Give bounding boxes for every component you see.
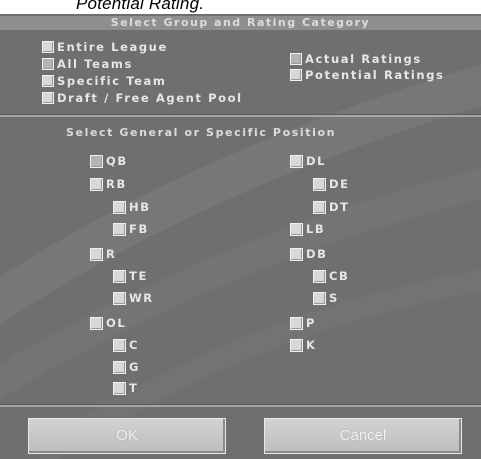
checkbox[interactable] xyxy=(90,154,103,168)
position-ol[interactable]: OL xyxy=(90,316,126,330)
position-p[interactable]: P xyxy=(290,316,316,330)
position-dt[interactable]: DT xyxy=(313,200,350,214)
position-t[interactable]: T xyxy=(113,381,138,395)
position-g[interactable]: G xyxy=(113,360,140,374)
rating-actual[interactable]: Actual Ratings xyxy=(290,52,422,66)
position-label: QB xyxy=(106,154,128,168)
checkbox[interactable] xyxy=(113,291,126,305)
position-label: DB xyxy=(306,247,328,261)
position-label: LB xyxy=(306,222,326,236)
position-db[interactable]: DB xyxy=(290,247,328,261)
position-label: T xyxy=(129,381,139,395)
rating-potential[interactable]: Potential Ratings xyxy=(290,68,444,82)
position-label: S xyxy=(329,291,339,305)
position-label: RB xyxy=(106,177,127,191)
cancel-button[interactable]: Cancel xyxy=(264,418,462,454)
group-all-teams[interactable]: All Teams xyxy=(42,57,133,71)
checkbox[interactable] xyxy=(113,360,126,374)
checkbox[interactable] xyxy=(113,338,126,352)
checkbox[interactable] xyxy=(290,316,303,330)
position-cb[interactable]: CB xyxy=(313,269,349,283)
position-qb[interactable]: QB xyxy=(90,154,128,168)
position-fb[interactable]: FB xyxy=(113,222,149,236)
position-label: OL xyxy=(106,316,127,330)
footer-divider xyxy=(0,404,481,407)
position-label: C xyxy=(129,338,140,352)
rating-label: Actual Ratings xyxy=(305,52,422,66)
position-dl[interactable]: DL xyxy=(290,154,326,168)
checkbox[interactable] xyxy=(313,200,326,214)
position-c[interactable]: C xyxy=(113,338,139,352)
group-label: Entire League xyxy=(57,40,168,54)
checkbox[interactable] xyxy=(313,291,326,305)
group-label: Specific Team xyxy=(57,74,167,88)
position-label: DL xyxy=(306,154,327,168)
position-label: TE xyxy=(129,269,148,283)
group-entire-league[interactable]: Entire League xyxy=(42,40,168,54)
checkbox[interactable] xyxy=(42,75,54,87)
position-te[interactable]: TE xyxy=(113,269,148,283)
checkbox[interactable] xyxy=(113,200,126,214)
checkbox[interactable] xyxy=(90,316,103,330)
position-hb[interactable]: HB xyxy=(113,200,151,214)
position-label: CB xyxy=(329,269,350,283)
rating-label: Potential Ratings xyxy=(305,68,445,82)
checkbox[interactable] xyxy=(42,41,54,53)
position-lb[interactable]: LB xyxy=(290,222,325,236)
group-label: All Teams xyxy=(57,57,133,71)
position-label: P xyxy=(306,316,317,330)
group-rating-header: Select Group and Rating Category xyxy=(0,16,481,30)
checkbox[interactable] xyxy=(90,247,103,261)
position-label: HB xyxy=(129,200,151,214)
section-divider xyxy=(0,114,481,117)
group-specific-team[interactable]: Specific Team xyxy=(42,74,167,88)
position-label: FB xyxy=(129,222,149,236)
position-label: DE xyxy=(329,177,350,191)
group-label: Draft / Free Agent Pool xyxy=(57,91,243,105)
checkbox[interactable] xyxy=(113,269,126,283)
position-s[interactable]: S xyxy=(313,291,339,305)
checkbox[interactable] xyxy=(113,381,126,395)
checkbox[interactable] xyxy=(313,269,326,283)
position-filter-dialog: Select Group and Rating Category Entire … xyxy=(0,14,481,459)
group-draft-free-agent-pool[interactable]: Draft / Free Agent Pool xyxy=(42,91,243,105)
ok-button[interactable]: OK xyxy=(28,418,226,454)
checkbox[interactable] xyxy=(290,154,303,168)
position-label: K xyxy=(306,338,317,352)
checkbox[interactable] xyxy=(113,222,126,236)
position-label: R xyxy=(106,247,117,261)
position-rb[interactable]: RB xyxy=(90,177,127,191)
position-label: G xyxy=(129,360,141,374)
checkbox[interactable] xyxy=(290,69,302,81)
checkbox[interactable] xyxy=(290,53,302,65)
checkbox[interactable] xyxy=(290,247,303,261)
position-label: DT xyxy=(329,200,350,214)
checkbox[interactable] xyxy=(90,177,103,191)
position-r[interactable]: R xyxy=(90,247,116,261)
position-de[interactable]: DE xyxy=(313,177,350,191)
position-wr[interactable]: WR xyxy=(113,291,154,305)
checkbox[interactable] xyxy=(42,58,54,70)
position-label: WR xyxy=(129,291,154,305)
checkbox[interactable] xyxy=(42,92,54,104)
position-k[interactable]: K xyxy=(290,338,317,352)
caption-text: Potential Rating. xyxy=(76,0,205,13)
checkbox[interactable] xyxy=(313,177,326,191)
checkbox[interactable] xyxy=(290,222,303,236)
position-header: Select General or Specific Position xyxy=(66,126,337,139)
checkbox[interactable] xyxy=(290,338,303,352)
